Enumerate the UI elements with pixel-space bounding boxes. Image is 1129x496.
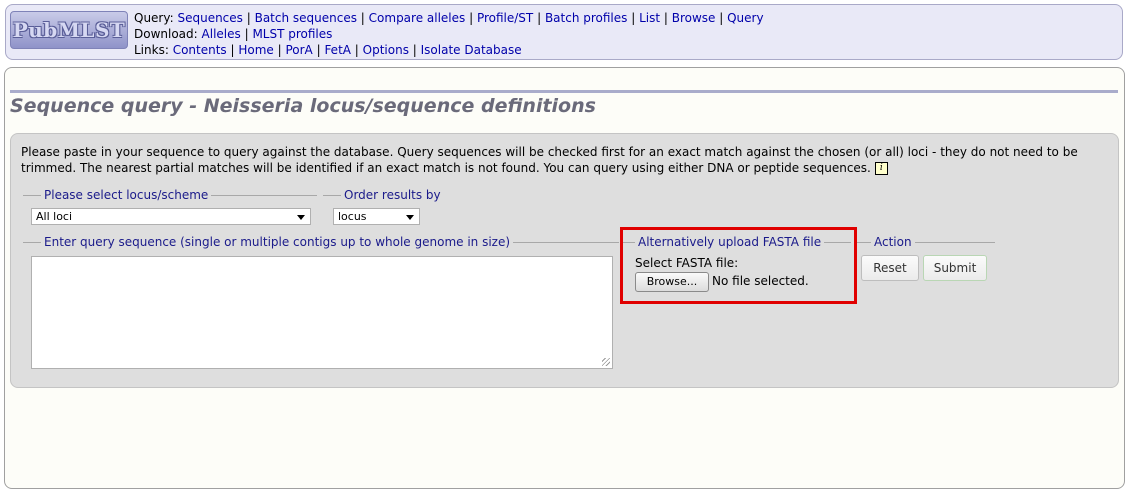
order-select[interactable]: locus [333,208,420,225]
locus-fieldset-legend: Please select locus/scheme [23,188,317,202]
info-icon[interactable]: i [874,162,888,175]
locus-legend-label: Please select locus/scheme [41,188,212,202]
nav-link-query[interactable]: Query [727,11,763,25]
nav-link-home[interactable]: Home [238,43,273,57]
sequence-fieldset-legend: Enter query sequence (single or multiple… [23,235,619,249]
page-title-bar: Sequence query - Neisseria locus/sequenc… [10,90,1118,117]
action-legend-label: Action [871,235,915,249]
nav-link-batch-sequences[interactable]: Batch sequences [255,11,357,25]
nav-link-list[interactable]: List [639,11,660,25]
nav-link-options[interactable]: Options [363,43,409,57]
page-title: Sequence query - Neisseria locus/sequenc… [10,95,596,117]
chevron-down-icon [406,215,414,220]
nav-link-isolate-database[interactable]: Isolate Database [421,43,522,57]
intro-text: Please paste in your sequence to query a… [21,144,1106,176]
nav-link-feta[interactable]: FetA [324,43,351,57]
nav-link-profile-st[interactable]: Profile/ST [477,11,533,25]
download-label: Download: [134,27,198,41]
no-file-status: No file selected. [712,274,809,288]
pubmlst-logo[interactable]: PubMLST [10,11,128,49]
links-label: Links: [134,43,169,57]
intro-paragraph: Please paste in your sequence to query a… [21,145,1078,175]
main-content: Sequence query - Neisseria locus/sequenc… [4,67,1125,489]
query-label: Query: [134,11,174,25]
order-fieldset-legend: Order results by [323,188,444,202]
links-nav-row: Links: Contents | Home | PorA | FetA | O… [134,43,522,57]
fasta-file-label: Select FASTA file: [635,256,739,270]
query-nav-row: Query: Sequences | Batch sequences | Com… [134,11,764,25]
fasta-fieldset-legend: Alternatively upload FASTA file [623,235,851,249]
reset-button[interactable]: Reset [861,255,919,281]
sequence-legend-label: Enter query sequence (single or multiple… [41,235,514,249]
fasta-upload-highlight: Alternatively upload FASTA file Select F… [620,227,857,304]
site-header: PubMLST Query: Sequences | Batch sequenc… [5,4,1123,60]
browse-button[interactable]: Browse... [635,272,709,292]
logo-text: PubMLST [12,18,126,42]
action-fieldset-legend: Action [857,235,995,249]
nav-link-browse[interactable]: Browse [672,11,716,25]
order-legend-label: Order results by [341,188,444,202]
query-sequence-textarea[interactable] [31,256,613,369]
fasta-legend-label: Alternatively upload FASTA file [635,235,825,249]
nav-link-batch-profiles[interactable]: Batch profiles [545,11,627,25]
nav-link-sequences[interactable]: Sequences [177,11,242,25]
nav-link-contents[interactable]: Contents [173,43,227,57]
query-form-box: Please paste in your sequence to query a… [10,133,1119,388]
nav-link-mlst-profiles[interactable]: MLST profiles [252,27,332,41]
locus-select[interactable]: All loci [31,208,311,225]
nav-link-pora[interactable]: PorA [285,43,312,57]
submit-button[interactable]: Submit [923,255,987,281]
resize-handle-icon[interactable] [602,358,610,366]
nav-lines: Query: Sequences | Batch sequences | Com… [134,10,764,58]
nav-link-compare-alleles[interactable]: Compare alleles [369,11,466,25]
download-nav-row: Download: Alleles | MLST profiles [134,27,333,41]
chevron-down-icon [297,215,305,220]
nav-link-alleles[interactable]: Alleles [202,27,241,41]
locus-select-value: All loci [36,210,73,223]
order-select-value: locus [338,210,367,223]
